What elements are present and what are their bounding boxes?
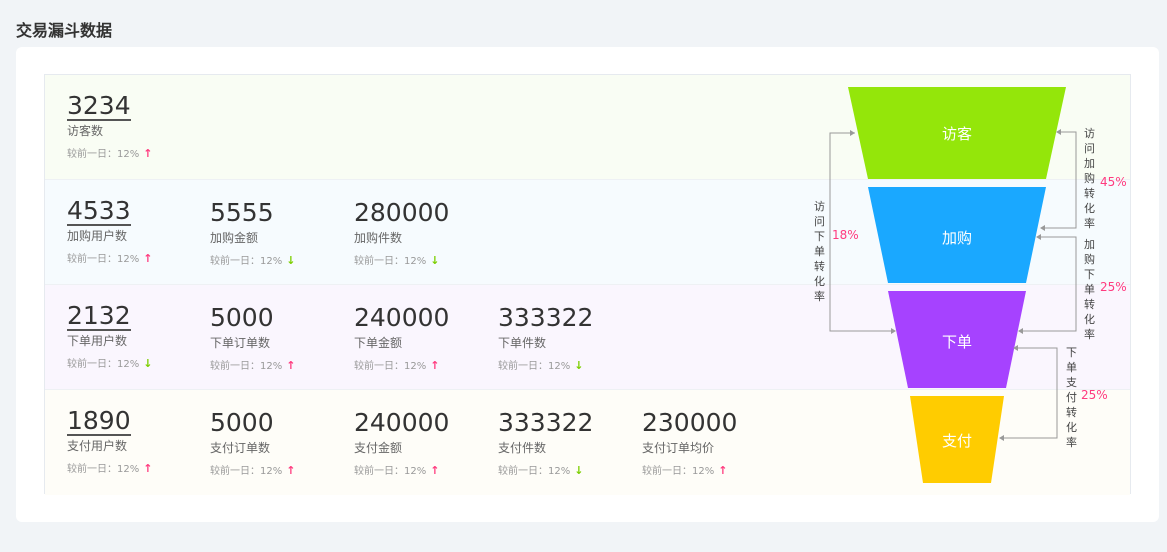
arrow-right-icon — [891, 328, 896, 334]
arrow-left-icon — [1056, 129, 1061, 135]
funnel-card: 3234 访客数 较前一日：12% ↑ 4533 加购用户数 较前一日：12% ↑ 5555 加… — [16, 47, 1159, 522]
conversion-rate-cart-order: 25% — [1100, 280, 1127, 294]
conversion-rate-visit-cart: 45% — [1100, 175, 1127, 189]
arrow-right-icon — [850, 130, 855, 136]
arrow-left-icon — [1040, 225, 1045, 231]
page-title: 交易漏斗数据 — [16, 21, 113, 40]
conversion-rate-visit-order: 18% — [832, 228, 859, 242]
arrow-left-icon — [999, 435, 1004, 441]
conversion-label-visit-cart: 访问加购转化率 — [1084, 127, 1095, 230]
conversion-label-cart-order: 加购下单转化率 — [1084, 238, 1095, 341]
funnel-panel: 3234 访客数 较前一日：12% ↑ 4533 加购用户数 较前一日：12% ↑ 5555 加… — [44, 74, 1131, 495]
stage-label-order: 下单 — [941, 333, 972, 351]
arrow-left-icon — [1036, 234, 1041, 240]
stage-label-payment: 支付 — [941, 432, 972, 450]
stage-label-cart: 加购 — [941, 229, 972, 247]
conversion-label-order-pay: 下单支付转化率 — [1066, 346, 1077, 449]
conversion-rate-order-pay: 25% — [1081, 388, 1108, 402]
arrow-left-icon — [1018, 328, 1023, 334]
stage-label-visitor: 访客 — [941, 125, 972, 143]
conversion-label-visit-order: 访问下单转化率 — [814, 200, 825, 303]
